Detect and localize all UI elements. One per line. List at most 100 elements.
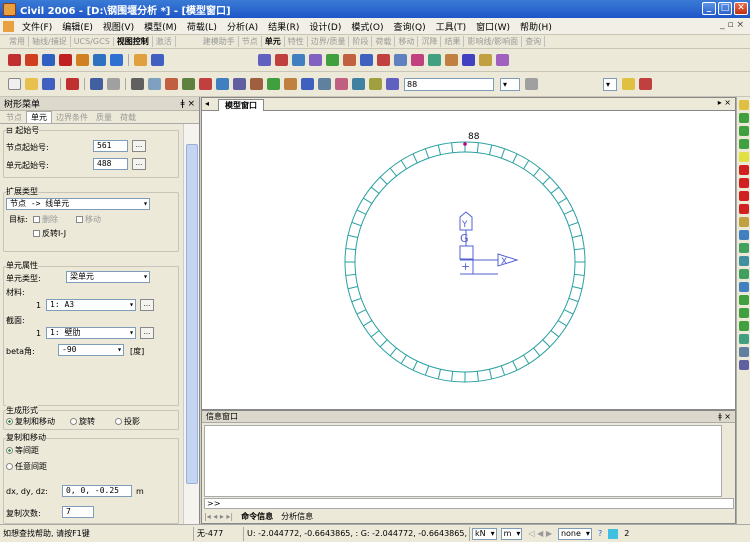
tool-icon-11[interactable] — [335, 78, 348, 90]
tab-settlement[interactable]: 沉降 — [418, 36, 442, 47]
model-window[interactable]: ◂ 模型窗口 ▸ × 88 Y G + X — [201, 97, 736, 410]
panel-tab-mass[interactable]: 质量 — [92, 112, 116, 123]
elem-icon-8[interactable] — [377, 54, 390, 66]
view-side-icon[interactable] — [739, 256, 749, 266]
elem-icon-13[interactable] — [462, 54, 475, 66]
filter-icon[interactable] — [525, 78, 538, 90]
tool-icon-8[interactable] — [284, 78, 297, 90]
color-swatch-icon[interactable] — [608, 528, 619, 539]
pan-icon[interactable] — [739, 152, 749, 162]
elem-icon-6[interactable] — [343, 54, 356, 66]
tool-icon-14[interactable] — [386, 78, 399, 90]
section-browse-button[interactable]: ... — [140, 327, 154, 339]
menu-help[interactable]: 帮助(H) — [515, 20, 557, 33]
view-icon-3[interactable] — [42, 54, 55, 66]
ext-type-select[interactable]: 节点 -> 线单元 — [6, 198, 150, 210]
number-input[interactable]: 88 — [404, 77, 494, 91]
view-icon-2[interactable] — [25, 54, 38, 66]
length-unit-select[interactable]: m — [500, 527, 523, 540]
print-icon[interactable] — [131, 78, 144, 90]
render-icon[interactable] — [739, 282, 749, 292]
view-icon-6[interactable] — [93, 54, 106, 66]
arrow-left-icon[interactable] — [739, 165, 749, 175]
zoom-in-icon[interactable] — [739, 126, 749, 136]
menu-analysis[interactable]: 分析(A) — [222, 20, 263, 33]
gen-rotate-radio[interactable]: 旋转 — [70, 416, 95, 427]
tab-boundary[interactable]: 边界/质量 — [308, 36, 350, 47]
beta-select[interactable]: -90 — [58, 344, 124, 356]
preview-icon[interactable] — [148, 78, 161, 90]
undo-icon[interactable] — [90, 78, 103, 90]
doc-tab-controls[interactable]: ▸ × — [718, 98, 731, 107]
save-icon[interactable] — [42, 78, 55, 90]
camera-icon[interactable] — [739, 347, 749, 357]
menu-window[interactable]: 窗口(W) — [471, 20, 515, 33]
tab-activate[interactable]: 激活 — [153, 36, 176, 47]
elem-icon-1[interactable] — [258, 54, 271, 66]
rotate-icon[interactable] — [739, 295, 749, 305]
any-spacing-radio[interactable]: 任意间距 — [6, 461, 47, 472]
tool-icon-1[interactable] — [165, 78, 178, 90]
arrow-down-icon[interactable] — [739, 204, 749, 214]
info-tab-analysis[interactable]: 分析信息 — [281, 511, 313, 522]
dxdydz-field[interactable]: 0, 0, -0.25 — [62, 485, 132, 497]
doc-tab-model[interactable]: 模型窗口 — [218, 99, 264, 111]
tree-panel-scroll-thumb[interactable] — [186, 144, 198, 484]
tool-search-icon[interactable] — [739, 360, 749, 370]
tool-icon-9[interactable] — [301, 78, 314, 90]
view-front-icon[interactable] — [739, 243, 749, 253]
elem-icon-10[interactable] — [411, 54, 424, 66]
tab-results[interactable]: 结果 — [441, 36, 465, 47]
menu-design[interactable]: 设计(D) — [304, 20, 346, 33]
info-tab-command[interactable]: 命令信息 — [241, 511, 273, 522]
command-input[interactable]: >> — [204, 498, 734, 509]
new-file-icon[interactable] — [8, 78, 21, 90]
panel-tab-load[interactable]: 荷载 — [116, 112, 140, 123]
menu-mode[interactable]: 模式(O) — [346, 20, 388, 33]
status-nav[interactable]: ◁ ◀ ▶ — [528, 529, 552, 538]
tool-icon-5[interactable] — [233, 78, 246, 90]
menu-tools[interactable]: 工具(T) — [431, 20, 472, 33]
doc-tab-prev[interactable]: ◂ — [205, 99, 209, 108]
arrow-up-icon[interactable] — [739, 191, 749, 201]
tab-ucs[interactable]: UCS/GCS — [71, 37, 114, 46]
tab-axis-snap[interactable]: 轴线/捕捉 — [29, 36, 71, 47]
view-3d-icon[interactable] — [739, 269, 749, 279]
info-tab-nav[interactable]: |◂ ◂ ▸ ▸| — [204, 512, 233, 521]
none-select[interactable]: none — [557, 527, 592, 540]
zoom-window-icon[interactable] — [739, 113, 749, 123]
elem-icon-11[interactable] — [428, 54, 441, 66]
elem-icon-5[interactable] — [326, 54, 339, 66]
menu-model[interactable]: 模型(M) — [139, 20, 182, 33]
tool-icon-4[interactable] — [216, 78, 229, 90]
tab-query[interactable]: 查询 — [522, 36, 546, 47]
elem-icon-14[interactable] — [479, 54, 492, 66]
view-icon-4[interactable] — [59, 54, 72, 66]
move-checkbox[interactable]: 移动 — [76, 214, 101, 225]
close-button[interactable]: ✕ — [734, 2, 748, 15]
panel-tab-node[interactable]: 节点 — [2, 112, 26, 123]
view-icon-7[interactable] — [110, 54, 123, 66]
elem-start-field[interactable]: 488 — [93, 158, 128, 170]
elem-icon-12[interactable] — [445, 54, 458, 66]
menu-results[interactable]: 结果(R) — [263, 20, 304, 33]
gen-project-radio[interactable]: 投影 — [115, 416, 140, 427]
tab-move[interactable]: 移动 — [395, 36, 419, 47]
zoom-fit-icon[interactable] — [739, 100, 749, 110]
view-top-icon[interactable] — [739, 230, 749, 240]
panel-pin-close[interactable]: ǂ × — [180, 99, 195, 109]
rotate-2-icon[interactable] — [739, 308, 749, 318]
rotate-4-icon[interactable] — [739, 334, 749, 344]
elem-type-select[interactable]: 梁单元 — [66, 271, 150, 283]
tab-property[interactable]: 特性 — [285, 36, 308, 47]
material-select[interactable]: 1: A3 — [46, 299, 136, 311]
tool-icon-2[interactable] — [182, 78, 195, 90]
tab-influence[interactable]: 影响线/影响面 — [464, 36, 523, 47]
tool-icon-12[interactable] — [352, 78, 365, 90]
elem-icon-15[interactable] — [496, 54, 509, 66]
model-canvas[interactable]: 88 Y G + X — [202, 112, 735, 410]
redo-icon[interactable] — [107, 78, 120, 90]
arrow-right-icon[interactable] — [739, 178, 749, 188]
view-dropdown[interactable]: ▾ — [603, 77, 617, 91]
menu-file[interactable]: 文件(F) — [17, 20, 57, 33]
